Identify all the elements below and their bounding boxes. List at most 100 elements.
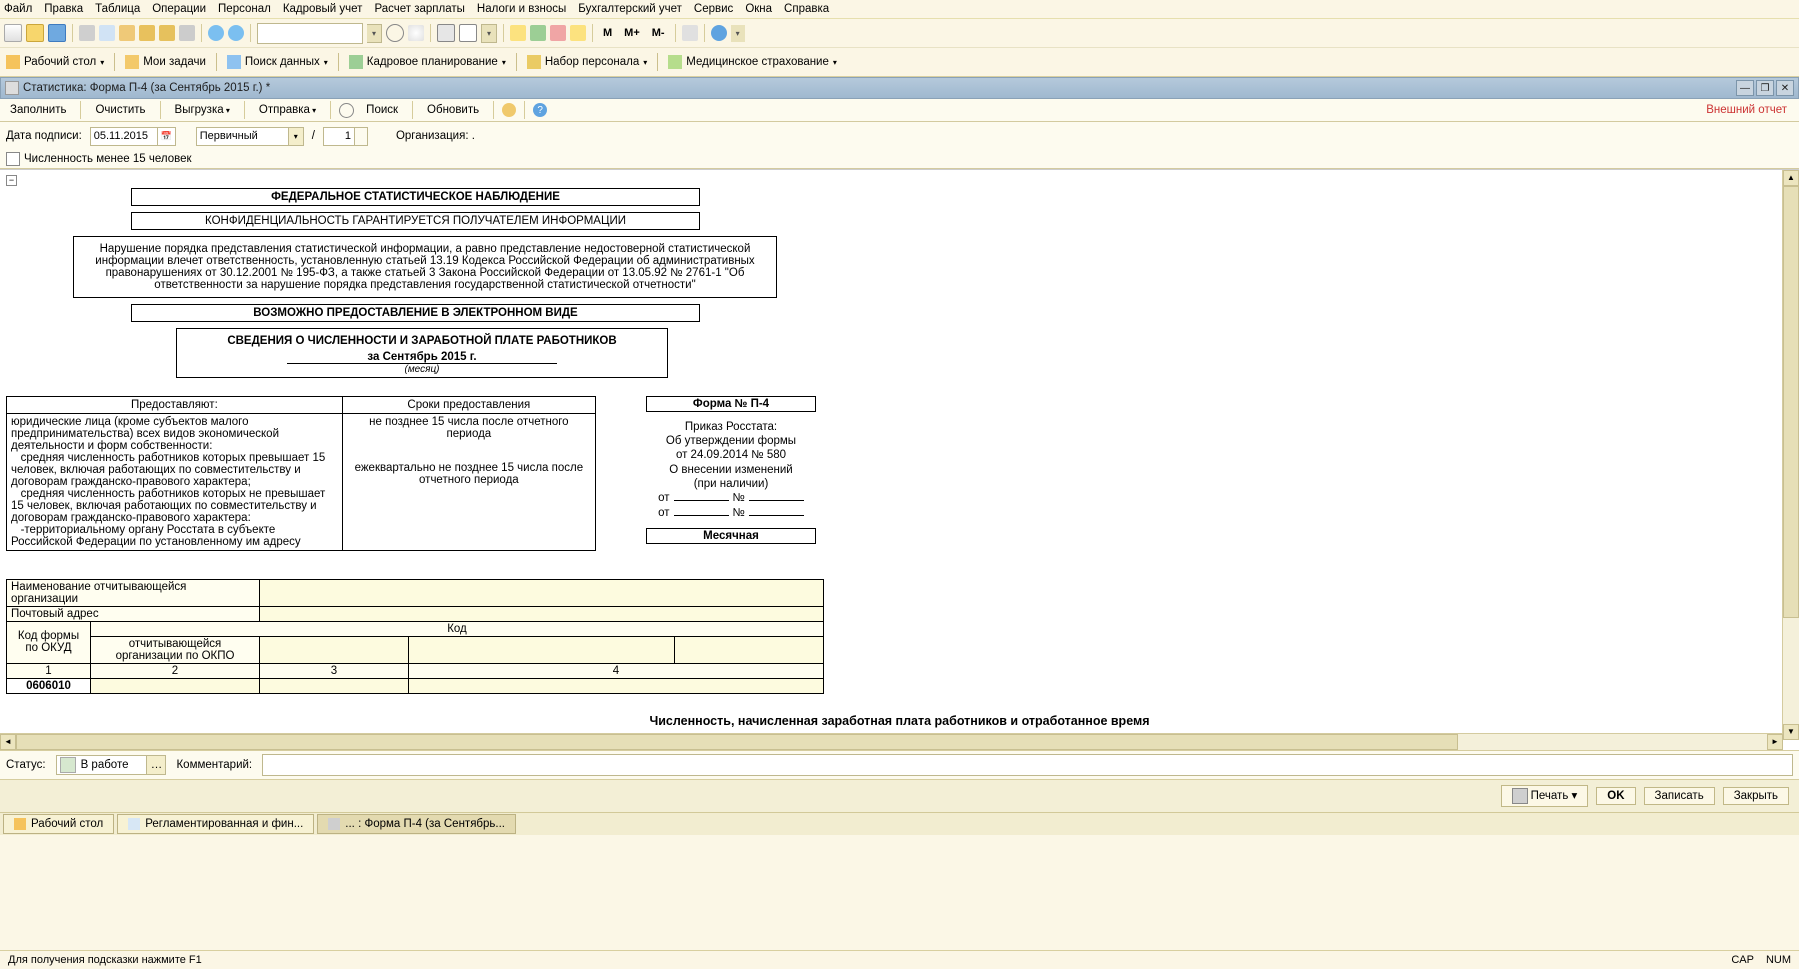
separator (592, 24, 593, 42)
tool-b-icon[interactable] (530, 25, 546, 41)
doc2-icon[interactable] (179, 25, 195, 41)
export-button[interactable]: Выгрузка (169, 103, 236, 117)
memory-mminus[interactable]: M- (648, 27, 669, 39)
code5-cell[interactable] (675, 636, 824, 663)
open-icon[interactable] (26, 24, 44, 42)
print-button[interactable]: Печать ▾ (1501, 785, 1589, 807)
search-button[interactable]: Поиск (360, 103, 404, 117)
sign-date-input[interactable] (90, 127, 158, 146)
refresh-button[interactable]: Обновить (421, 103, 485, 117)
special-dd[interactable] (481, 24, 497, 43)
fill-button[interactable]: Заполнить (4, 103, 72, 117)
scroll-up-icon[interactable]: ▲ (1783, 170, 1799, 186)
desktop-icon (6, 55, 20, 69)
quick-search-input[interactable] (257, 23, 363, 44)
report-type-select[interactable] (196, 127, 289, 146)
tab-reg-report[interactable]: Регламентированная и фин... (117, 814, 314, 834)
menu-taxes[interactable]: Налоги и взносы (477, 3, 566, 15)
memory-m[interactable]: M (599, 27, 616, 39)
save-icon[interactable] (48, 24, 66, 42)
restore-button[interactable]: ❐ (1756, 80, 1774, 96)
menu-windows[interactable]: Окна (745, 3, 772, 15)
menu-accounting[interactable]: Бухгалтерский учет (578, 3, 682, 15)
undo-icon[interactable] (208, 25, 224, 41)
code3-cell[interactable] (260, 636, 409, 663)
less-15-checkbox[interactable] (6, 152, 20, 166)
val-3[interactable] (260, 678, 409, 693)
cut-icon[interactable] (79, 25, 95, 41)
org-name-cell[interactable] (260, 579, 824, 606)
tab-desktop[interactable]: Рабочий стол (3, 814, 114, 834)
nav-search-data[interactable]: Поиск данных ▾ (227, 55, 328, 69)
close-button[interactable]: ✕ (1776, 80, 1794, 96)
num-indicator: NUM (1766, 954, 1791, 966)
status-picker[interactable]: … (147, 755, 166, 775)
report-type-dd[interactable] (289, 127, 304, 146)
number-input[interactable] (323, 127, 355, 146)
close-button[interactable]: Закрыть (1723, 787, 1789, 805)
write-button[interactable]: Записать (1644, 787, 1715, 805)
doc1-icon[interactable] (159, 25, 175, 41)
val-4[interactable] (409, 678, 824, 693)
vertical-scrollbar[interactable]: ▲ ▼ (1782, 170, 1799, 740)
paste-icon[interactable] (119, 25, 135, 41)
number-spin[interactable] (355, 127, 368, 146)
horizontal-scrollbar[interactable]: ◄ ► (0, 733, 1783, 750)
help-dd[interactable] (731, 25, 745, 42)
tool-c-icon[interactable] (550, 25, 566, 41)
help-icon[interactable]: ? (533, 103, 547, 117)
col-who: Предоставляют: (7, 396, 343, 413)
postal-cell[interactable] (260, 606, 824, 621)
ok-button[interactable]: OK (1596, 787, 1635, 805)
nav-med[interactable]: Медицинское страхование ▾ (668, 55, 837, 69)
status-label: Статус: (6, 759, 46, 771)
nav-desktop[interactable]: Рабочий стол ▾ (6, 55, 104, 69)
comment-input[interactable] (262, 754, 1793, 776)
scroll-right-icon[interactable]: ► (1767, 734, 1783, 750)
okpo-value[interactable] (91, 678, 260, 693)
separator (657, 53, 658, 71)
quick-search-dd[interactable] (367, 24, 382, 43)
nav-tasks[interactable]: Мои задачи (125, 55, 206, 69)
search-icon[interactable] (386, 24, 404, 42)
status-field[interactable]: В работе (56, 755, 148, 775)
redo-icon[interactable] (228, 25, 244, 41)
menu-help[interactable]: Справка (784, 3, 829, 15)
scroll-thumb[interactable] (1783, 186, 1799, 618)
wizard-icon[interactable] (682, 25, 698, 41)
send-button[interactable]: Отправка (253, 103, 322, 117)
menu-file[interactable]: Файл (4, 3, 32, 15)
memory-mplus[interactable]: M+ (620, 27, 644, 39)
gear-icon[interactable] (502, 103, 516, 117)
code4-cell[interactable] (409, 636, 675, 663)
menu-hr[interactable]: Кадровый учет (283, 3, 363, 15)
compare-icon[interactable] (139, 25, 155, 41)
menu-edit[interactable]: Правка (44, 3, 83, 15)
new-icon[interactable] (4, 24, 22, 42)
tab-form-p4[interactable]: ... : Форма П-4 (за Сентябрь... (317, 814, 516, 834)
menu-personnel[interactable]: Персонал (218, 3, 271, 15)
menu-payroll[interactable]: Расчет зарплаты (374, 3, 464, 15)
calendar-icon[interactable]: 📅 (158, 127, 176, 146)
nav-hr-plan[interactable]: Кадровое планирование ▾ (349, 55, 506, 69)
tool-d-icon[interactable] (570, 25, 586, 41)
scroll-left-icon[interactable]: ◄ (0, 734, 16, 750)
nav-hiring[interactable]: Набор персонала ▾ (527, 55, 647, 69)
menu-table[interactable]: Таблица (95, 3, 140, 15)
calendar-icon[interactable] (459, 24, 477, 42)
clear-button[interactable]: Очистить (89, 103, 151, 117)
tab-label: Рабочий стол (31, 818, 103, 830)
minimize-button[interactable]: — (1736, 80, 1754, 96)
scroll-thumb-h[interactable] (16, 734, 1458, 750)
tool-a-icon[interactable] (510, 25, 526, 41)
copy-icon[interactable] (99, 25, 115, 41)
collapse-icon[interactable]: − (6, 175, 17, 186)
help-icon[interactable] (711, 25, 727, 41)
calc-icon[interactable] (437, 24, 455, 42)
menu-ops[interactable]: Операции (152, 3, 206, 15)
scroll-down-icon[interactable]: ▼ (1783, 724, 1799, 740)
separator (201, 24, 202, 42)
find-next-icon[interactable] (408, 25, 424, 41)
okpo-header: отчитывающейся организации по ОКПО (91, 636, 260, 663)
menu-service[interactable]: Сервис (694, 3, 733, 15)
